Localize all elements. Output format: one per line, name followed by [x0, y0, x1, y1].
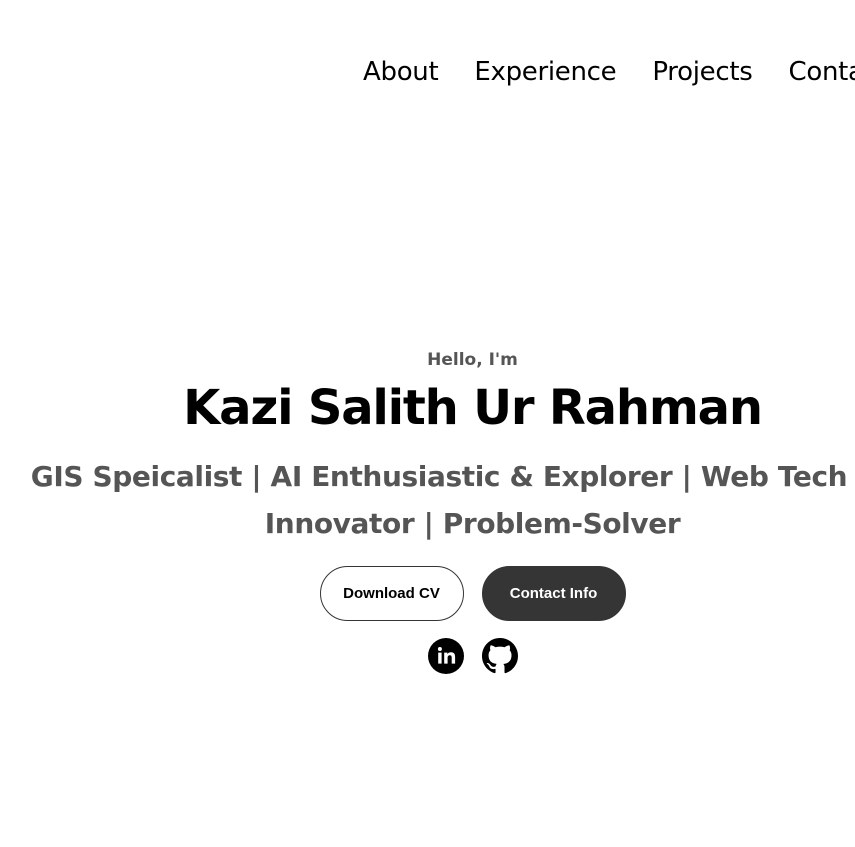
portfolio-page: About Experience Projects Contact Hello,…: [0, 0, 855, 847]
social-links: [0, 638, 855, 674]
nav-link-about[interactable]: About: [363, 54, 439, 90]
linkedin-icon[interactable]: [427, 638, 464, 674]
hero-tagline-line-1: GIS Speicalist | AI Enthusiastic & Explo…: [30, 460, 855, 493]
hero-greeting: Hello, I'm: [427, 350, 518, 370]
hero-tagline: GIS Speicalist | AI Enthusiastic & Explo…: [0, 453, 855, 547]
top-nav: About Experience Projects Contact: [363, 54, 855, 90]
nav-link-contact[interactable]: Contact: [788, 54, 855, 90]
contact-info-button[interactable]: Contact Info: [481, 566, 626, 621]
hero-buttons: Download CV Contact Info: [0, 566, 855, 621]
nav-link-projects[interactable]: Projects: [652, 54, 752, 90]
hero-name: Kazi Salith Ur Rahman: [183, 380, 763, 436]
hero-section: Hello, I'm Kazi Salith Ur Rahman GIS Spe…: [0, 340, 855, 674]
hero-tagline-line-2: Innovator | Problem-Solver: [264, 507, 681, 540]
github-icon[interactable]: [481, 638, 518, 674]
download-cv-button[interactable]: Download CV: [319, 566, 464, 621]
nav-link-experience[interactable]: Experience: [474, 54, 616, 90]
